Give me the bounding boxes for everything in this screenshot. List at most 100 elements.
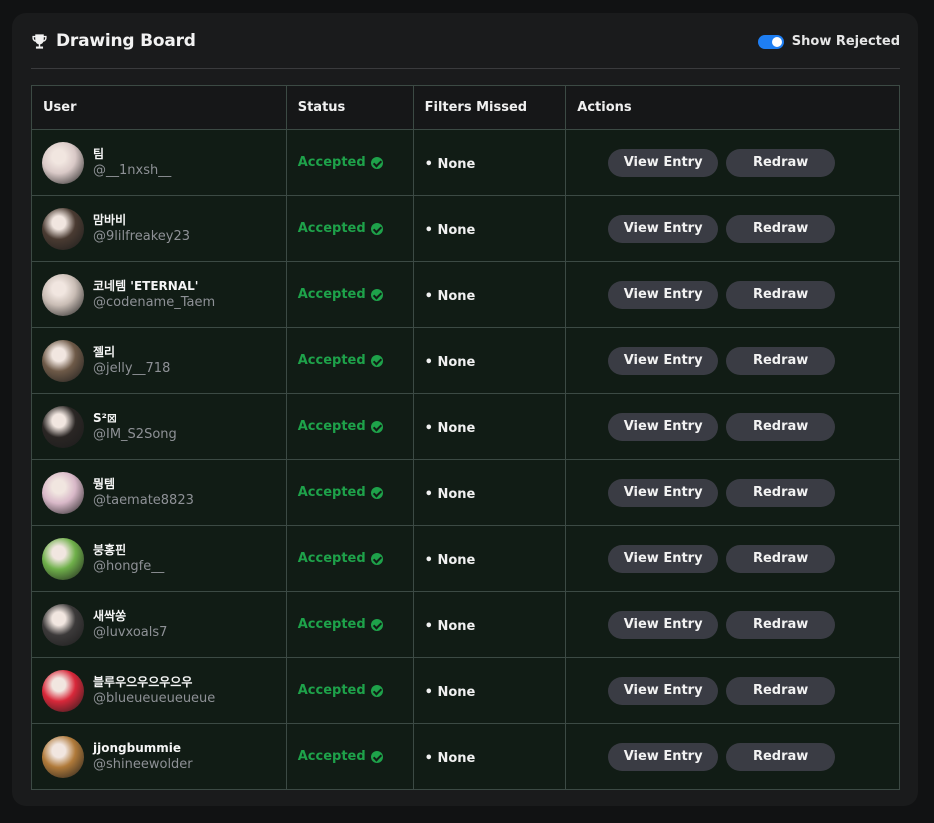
user-info: 블루우으우으우으우 @blueueueueueue <box>42 669 286 712</box>
toggle-label: Show Rejected <box>791 34 900 49</box>
redraw-button[interactable]: Redraw <box>726 544 836 573</box>
view-entry-button[interactable]: View Entry <box>608 214 719 243</box>
redraw-button[interactable]: Redraw <box>726 346 836 375</box>
actions-cell: View Entry Redraw <box>565 657 900 724</box>
user-info: 뭥템 @taemate8823 <box>42 471 286 514</box>
view-entry-button[interactable]: View Entry <box>608 412 719 441</box>
filters-missed-value: • None <box>424 421 476 436</box>
row-actions: View Entry Redraw <box>566 346 899 375</box>
redraw-button[interactable]: Redraw <box>726 478 836 507</box>
view-entry-button[interactable]: View Entry <box>608 148 719 177</box>
status-badge: Accepted <box>298 221 413 236</box>
user-cell: 코네템 'ETERNAL' @codename_Taem <box>31 261 287 328</box>
filters-missed-cell: • None <box>412 327 567 394</box>
user-handle: @__1nxsh__ <box>93 163 172 178</box>
user-handle: @IM_S2Song <box>93 427 177 442</box>
column-header-actions: Actions <box>565 85 900 130</box>
filters-missed-cell: • None <box>412 657 567 724</box>
redraw-button[interactable]: Redraw <box>726 742 836 771</box>
table-row: 붕홍핀 @hongfe__ Accepted • None View Entry… <box>31 525 900 592</box>
user-handle: @hongfe__ <box>93 559 165 574</box>
status-cell: Accepted <box>285 327 414 394</box>
user-cell: 팀 @__1nxsh__ <box>31 129 287 196</box>
user-cell: 새싹쏭 @luvxoals7 <box>31 591 287 658</box>
status-text: Accepted <box>297 485 366 500</box>
redraw-button[interactable]: Redraw <box>726 412 836 441</box>
redraw-button[interactable]: Redraw <box>726 610 836 639</box>
table-header-row: User Status Filters Missed Actions <box>31 85 900 130</box>
row-actions: View Entry Redraw <box>566 742 899 771</box>
view-entry-button[interactable]: View Entry <box>608 544 719 573</box>
toggle-switch[interactable] <box>757 34 784 49</box>
row-actions: View Entry Redraw <box>566 280 899 309</box>
status-text: Accepted <box>297 617 366 632</box>
user-text: 코네템 'ETERNAL' @codename_Taem <box>93 278 215 311</box>
user-cell: S²⊠ @IM_S2Song <box>31 393 287 460</box>
status-cell: Accepted <box>285 195 414 262</box>
redraw-button[interactable]: Redraw <box>726 214 836 243</box>
view-entry-button[interactable]: View Entry <box>608 610 719 639</box>
filters-missed-cell: • None <box>412 723 567 790</box>
table-row: 맘바비 @9lilfreakey23 Accepted • None View … <box>31 195 900 262</box>
column-header-user: User <box>31 85 287 130</box>
redraw-button[interactable]: Redraw <box>726 676 836 705</box>
actions-cell: View Entry Redraw <box>565 393 900 460</box>
user-text: 뭥템 @taemate8823 <box>93 476 194 509</box>
actions-cell: View Entry Redraw <box>565 129 900 196</box>
check-circle-icon <box>370 486 383 499</box>
actions-cell: View Entry Redraw <box>565 525 900 592</box>
view-entry-button[interactable]: View Entry <box>608 676 719 705</box>
table-row: 코네템 'ETERNAL' @codename_Taem Accepted • … <box>31 261 900 328</box>
check-circle-icon <box>370 684 383 697</box>
user-handle: @shineewolder <box>93 757 193 772</box>
user-text: jjongbummie @shineewolder <box>93 740 193 773</box>
actions-cell: View Entry Redraw <box>565 261 900 328</box>
show-rejected-toggle[interactable]: Show Rejected <box>757 34 900 49</box>
view-entry-button[interactable]: View Entry <box>608 346 719 375</box>
user-handle: @luvxoals7 <box>93 625 168 640</box>
user-display-name: 코네템 'ETERNAL' <box>93 279 199 293</box>
user-info: 젤리 @jelly__718 <box>42 339 286 382</box>
avatar <box>42 735 84 778</box>
check-circle-icon <box>370 552 383 565</box>
actions-cell: View Entry Redraw <box>565 591 900 658</box>
filters-missed-value: • None <box>424 553 476 568</box>
filters-missed-value: • None <box>424 751 476 766</box>
user-handle: @9lilfreakey23 <box>93 229 191 244</box>
filters-missed-value: • None <box>424 619 476 634</box>
view-entry-button[interactable]: View Entry <box>608 478 719 507</box>
redraw-button[interactable]: Redraw <box>726 148 836 177</box>
row-actions: View Entry Redraw <box>566 676 899 705</box>
avatar <box>42 339 84 382</box>
actions-cell: View Entry Redraw <box>565 327 900 394</box>
status-cell: Accepted <box>285 591 414 658</box>
user-handle: @taemate8823 <box>93 493 194 508</box>
user-handle: @blueueueueueue <box>93 691 216 706</box>
table-row: 새싹쏭 @luvxoals7 Accepted • None View Entr… <box>31 591 900 658</box>
column-header-status: Status <box>285 85 414 130</box>
status-cell: Accepted <box>285 525 414 592</box>
avatar <box>42 207 84 250</box>
user-text: 블루우으우으우으우 @blueueueueueue <box>93 674 215 707</box>
status-badge: Accepted <box>298 551 413 566</box>
filters-missed-cell: • None <box>412 195 567 262</box>
view-entry-button[interactable]: View Entry <box>608 280 719 309</box>
status-cell: Accepted <box>285 723 414 790</box>
status-text: Accepted <box>297 419 366 434</box>
row-actions: View Entry Redraw <box>566 412 899 441</box>
avatar <box>42 603 84 646</box>
status-badge: Accepted <box>298 749 413 764</box>
redraw-button[interactable]: Redraw <box>726 280 836 309</box>
status-badge: Accepted <box>298 617 413 632</box>
view-entry-button[interactable]: View Entry <box>608 742 719 771</box>
avatar <box>42 141 84 184</box>
table-row: 블루우으우으우으우 @blueueueueueue Accepted • Non… <box>31 657 900 724</box>
column-header-filters-missed: Filters Missed <box>412 85 567 130</box>
table-row: jjongbummie @shineewolder Accepted • Non… <box>31 723 900 790</box>
row-actions: View Entry Redraw <box>566 544 899 573</box>
avatar <box>42 537 84 580</box>
check-circle-icon <box>370 618 383 631</box>
check-circle-icon <box>370 750 383 763</box>
row-actions: View Entry Redraw <box>566 148 899 177</box>
user-display-name: 새싹쏭 <box>93 609 127 623</box>
